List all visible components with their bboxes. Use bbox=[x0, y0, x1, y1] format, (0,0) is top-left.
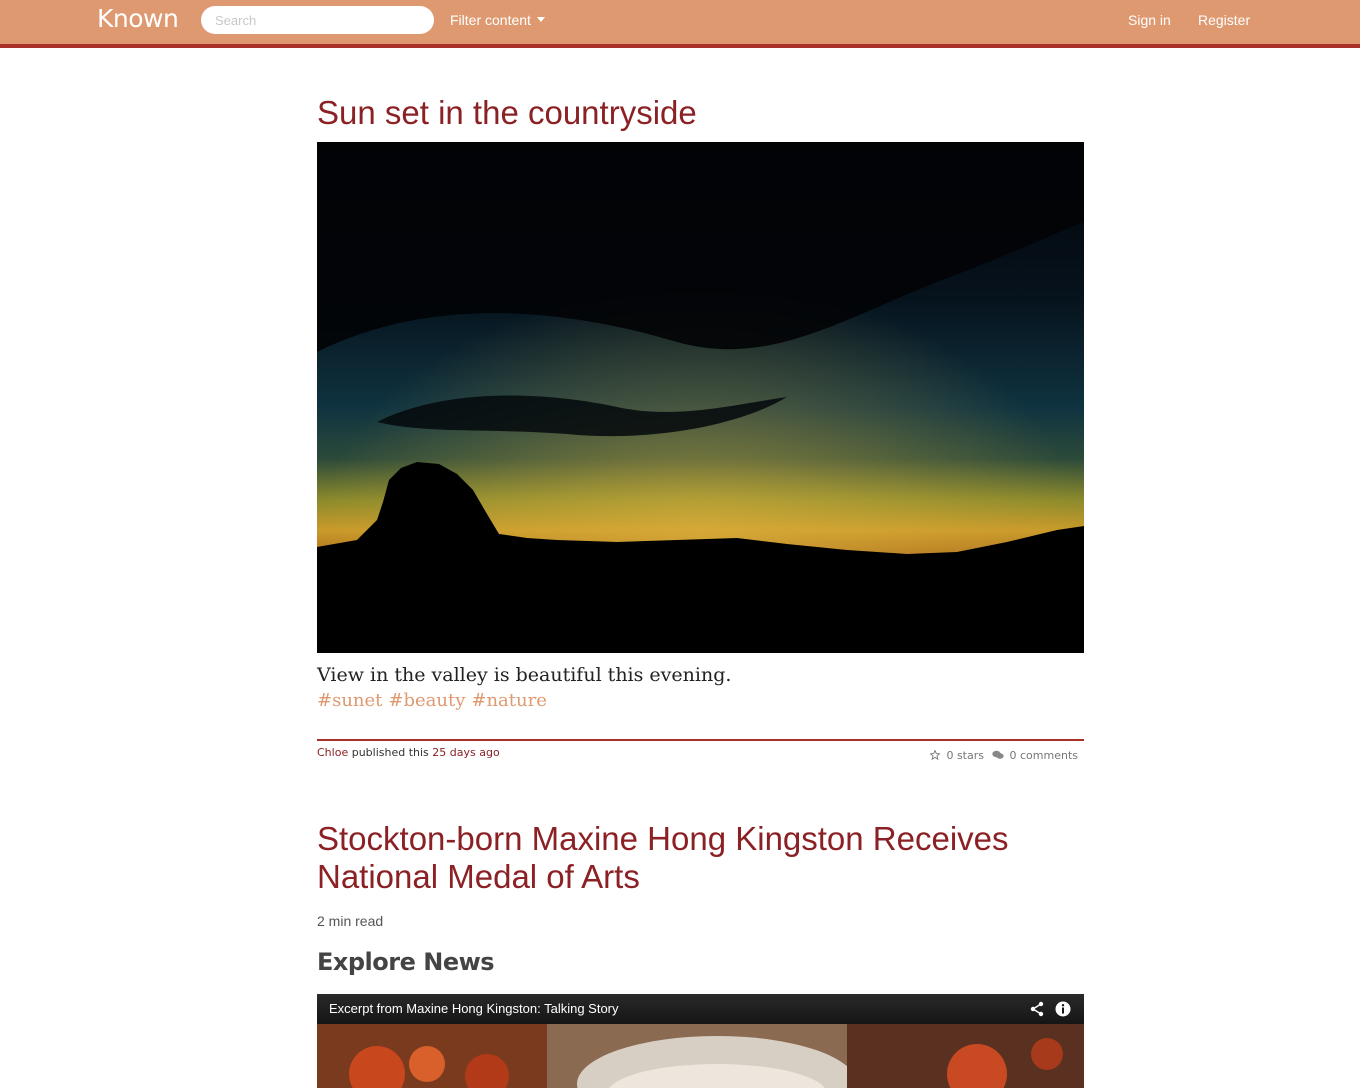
tag-link[interactable]: #sunet bbox=[317, 690, 382, 711]
star-icon bbox=[929, 749, 942, 761]
post-stats: 0 stars 0 comments bbox=[926, 749, 1078, 762]
timestamp-link[interactable]: 25 days ago bbox=[432, 746, 499, 759]
post-byline: Chloe published this 25 days ago bbox=[317, 746, 500, 759]
top-navbar: Known Filter content Sign in Register bbox=[0, 0, 1360, 48]
section-heading: Explore News bbox=[317, 948, 495, 976]
post-photo[interactable] bbox=[317, 142, 1084, 653]
read-time: 2 min read bbox=[317, 913, 384, 929]
register-link[interactable]: Register bbox=[1198, 12, 1250, 28]
brand-logo[interactable]: Known bbox=[97, 4, 179, 33]
video-title-bar: Excerpt from Maxine Hong Kingston: Talki… bbox=[317, 994, 1084, 1024]
info-icon[interactable] bbox=[1055, 1001, 1071, 1017]
stars-count: 0 stars bbox=[946, 749, 984, 762]
share-icon[interactable] bbox=[1029, 1001, 1045, 1017]
post-tags: #sunet #beauty #nature bbox=[317, 690, 553, 711]
stars-link[interactable]: 0 stars bbox=[929, 749, 984, 762]
embedded-video[interactable]: Excerpt from Maxine Hong Kingston: Talki… bbox=[317, 994, 1084, 1088]
sign-in-link[interactable]: Sign in bbox=[1128, 12, 1171, 28]
filter-content-dropdown[interactable]: Filter content bbox=[450, 12, 545, 28]
video-thumbnail bbox=[317, 1024, 1084, 1088]
tag-link[interactable]: #beauty bbox=[388, 690, 465, 711]
tag-link[interactable]: #nature bbox=[471, 690, 547, 711]
post-title[interactable]: Sun set in the countryside bbox=[317, 94, 697, 132]
post-title[interactable]: Stockton-born Maxine Hong Kingston Recei… bbox=[317, 820, 1077, 896]
video-title[interactable]: Excerpt from Maxine Hong Kingston: Talki… bbox=[329, 1001, 619, 1016]
post-caption: View in the valley is beautiful this eve… bbox=[317, 664, 732, 686]
search-input[interactable] bbox=[201, 6, 434, 34]
author-link[interactable]: Chloe bbox=[317, 746, 348, 759]
comments-link[interactable]: 0 comments bbox=[991, 749, 1079, 762]
post-divider bbox=[317, 739, 1084, 741]
comments-count: 0 comments bbox=[1009, 749, 1079, 762]
filter-content-label: Filter content bbox=[450, 12, 531, 28]
comments-icon bbox=[991, 750, 1004, 759]
published-text: published this bbox=[351, 746, 429, 759]
caret-down-icon bbox=[536, 17, 545, 22]
